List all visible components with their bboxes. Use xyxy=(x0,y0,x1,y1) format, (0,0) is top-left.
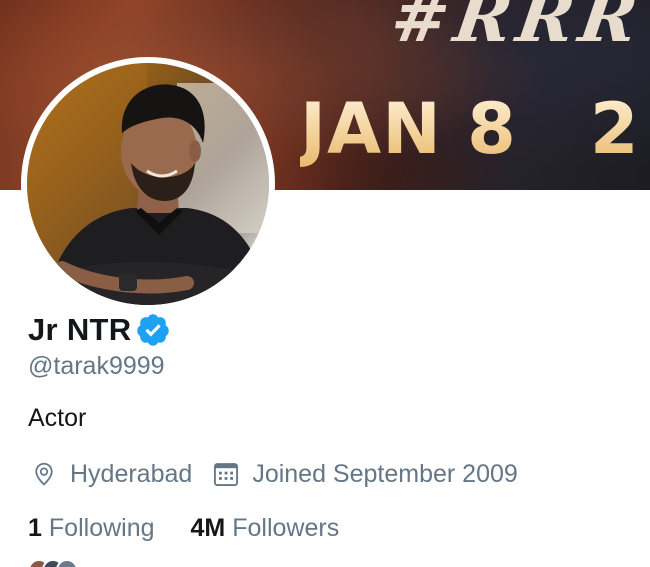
banner-date-text: JAN 8TH 2 xyxy=(300,88,640,170)
following-count: 1 xyxy=(28,513,42,542)
calendar-icon xyxy=(214,463,239,487)
joined-item: Joined September 2009 xyxy=(212,459,518,489)
follow-stats: 1 Following 4M Followers xyxy=(28,510,339,546)
display-name: Jr NTR xyxy=(28,312,132,347)
following-label: Following xyxy=(48,513,155,542)
location-text: Hyderabad xyxy=(70,459,193,488)
followers-link[interactable]: 4M Followers xyxy=(191,514,340,543)
profile-meta: Hyderabad Joined September 2009 xyxy=(30,456,518,492)
followers-label: Followers xyxy=(232,513,340,542)
banner-date-suffix: TH xyxy=(516,84,565,119)
joined-text: Joined September 2009 xyxy=(252,459,518,488)
profile-handle: @tarak9999 xyxy=(28,352,165,380)
banner-date-tail: 2 xyxy=(589,88,640,170)
followers-count: 4M xyxy=(190,513,226,542)
avatar-photo xyxy=(27,63,269,305)
verified-badge-icon xyxy=(135,312,171,348)
profile-name-row: Jr NTR xyxy=(28,308,171,352)
banner-hashtag-text: #RRR xyxy=(386,0,649,58)
avatar-photo-illustration xyxy=(27,63,269,305)
profile-avatar[interactable] xyxy=(21,57,275,311)
banner-date-main: JAN 8 xyxy=(300,88,517,170)
location-pin-icon xyxy=(35,462,53,486)
location-item: Hyderabad xyxy=(30,460,192,489)
following-link[interactable]: 1 Following xyxy=(28,514,155,543)
profile-bio: Actor xyxy=(28,404,87,432)
